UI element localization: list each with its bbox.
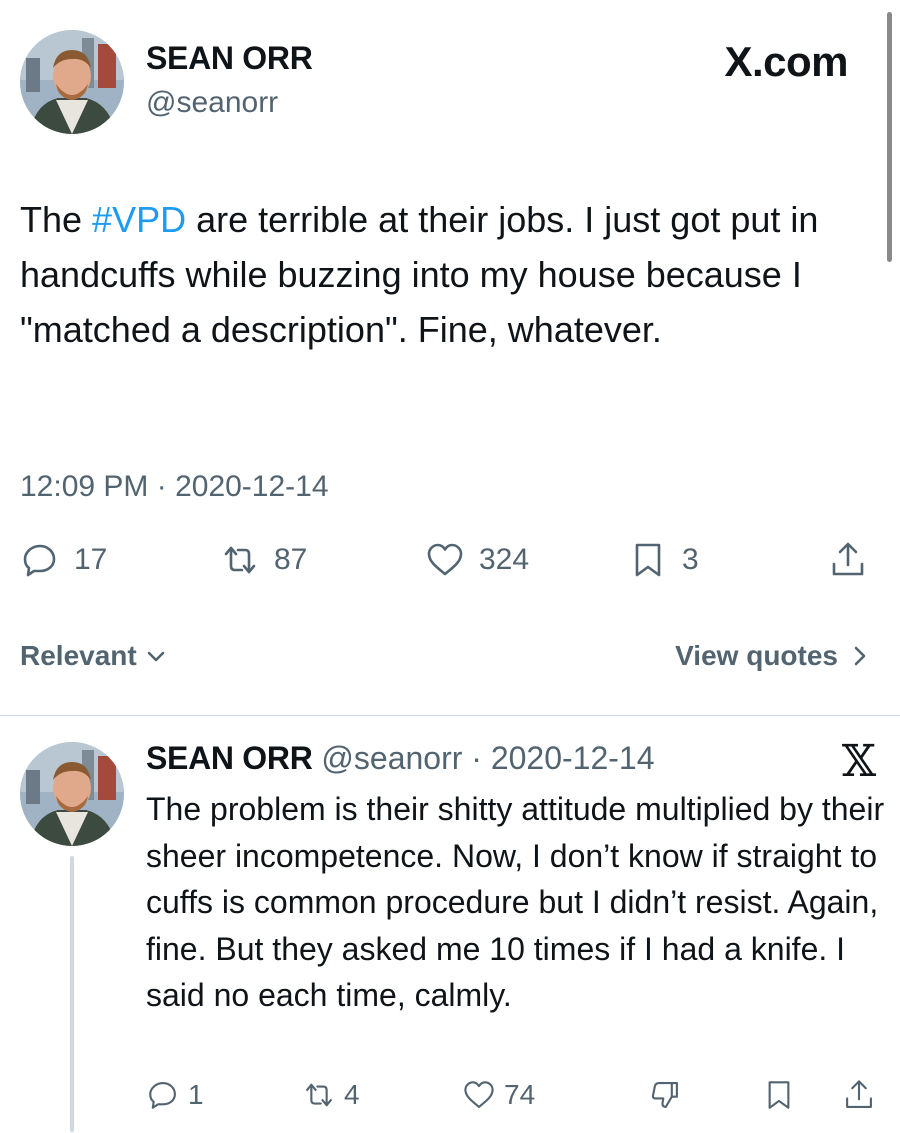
sort-label: Relevant bbox=[20, 640, 137, 671]
hashtag-link[interactable]: #VPD bbox=[92, 199, 186, 240]
reply-like-count: 74 bbox=[504, 1079, 536, 1110]
reply-actions: 1 4 74 bbox=[146, 1078, 886, 1122]
tweet-text-start: The bbox=[20, 199, 93, 240]
tweet-timestamp[interactable]: 12:09 PM · 2020-12-14 bbox=[20, 470, 329, 504]
reply-avatar[interactable] bbox=[20, 742, 124, 846]
heart-icon bbox=[427, 543, 463, 576]
brand-label: X.com bbox=[724, 38, 848, 85]
reply-button[interactable]: 17 bbox=[20, 540, 107, 580]
share-button[interactable] bbox=[828, 540, 868, 580]
reply-repost-button[interactable]: 4 bbox=[302, 1078, 360, 1112]
reply-reply-button[interactable]: 1 bbox=[146, 1078, 204, 1112]
reply-bookmark-button[interactable] bbox=[762, 1078, 796, 1112]
bookmark-count: 3 bbox=[682, 543, 699, 576]
share-icon bbox=[832, 542, 864, 576]
reply-repost-count: 4 bbox=[344, 1079, 360, 1110]
sort-dropdown[interactable]: Relevant bbox=[20, 640, 167, 672]
tweet-actions: 17 87 324 3 bbox=[20, 540, 880, 590]
repost-icon bbox=[224, 546, 256, 574]
thread-line bbox=[70, 856, 74, 1132]
repost-icon bbox=[306, 1083, 332, 1107]
reply-text: The problem is their shitty attitude mul… bbox=[146, 791, 885, 1013]
repost-button[interactable]: 87 bbox=[220, 540, 307, 580]
bookmark-icon bbox=[635, 543, 661, 577]
bookmark-icon bbox=[768, 1081, 790, 1109]
reply-author-name[interactable]: SEAN ORR bbox=[146, 740, 313, 776]
view-quotes-label: View quotes bbox=[675, 640, 838, 671]
reply-header: SEAN ORR @seanorr · 2020-12-14 bbox=[146, 740, 655, 777]
author-name[interactable]: SEAN ORR bbox=[146, 40, 313, 77]
like-count: 324 bbox=[479, 543, 530, 576]
thumbs-down-icon bbox=[651, 1082, 678, 1108]
bookmark-button[interactable]: 3 bbox=[628, 540, 699, 580]
view-quotes-link[interactable]: View quotes bbox=[675, 640, 870, 672]
dislike-button[interactable] bbox=[648, 1078, 682, 1112]
reply-count: 17 bbox=[74, 543, 108, 576]
scrollbar[interactable] bbox=[887, 12, 892, 262]
reply-reply-count: 1 bbox=[188, 1079, 204, 1110]
author-handle[interactable]: @seanorr bbox=[146, 86, 278, 120]
heart-icon bbox=[464, 1081, 494, 1108]
reply-icon bbox=[23, 544, 56, 577]
avatar[interactable] bbox=[20, 30, 124, 134]
reply-meta[interactable]: @seanorr · 2020-12-14 bbox=[313, 740, 654, 776]
reply-like-button[interactable]: 74 bbox=[462, 1078, 535, 1112]
like-button[interactable]: 324 bbox=[425, 540, 529, 580]
replies-sort-bar: Relevant View quotes bbox=[20, 640, 880, 680]
repost-count: 87 bbox=[274, 543, 308, 576]
share-icon bbox=[846, 1080, 872, 1108]
reply-share-button[interactable] bbox=[842, 1078, 876, 1112]
divider bbox=[0, 715, 900, 716]
tweet-text: The #VPD are terrible at their jobs. I j… bbox=[20, 192, 880, 357]
reply-icon bbox=[149, 1082, 176, 1109]
chevron-right-icon bbox=[854, 646, 866, 666]
x-logo-icon: 𝕏 bbox=[841, 736, 876, 787]
brand-logo: X.com bbox=[724, 38, 848, 86]
chevron-down-icon bbox=[147, 651, 165, 662]
